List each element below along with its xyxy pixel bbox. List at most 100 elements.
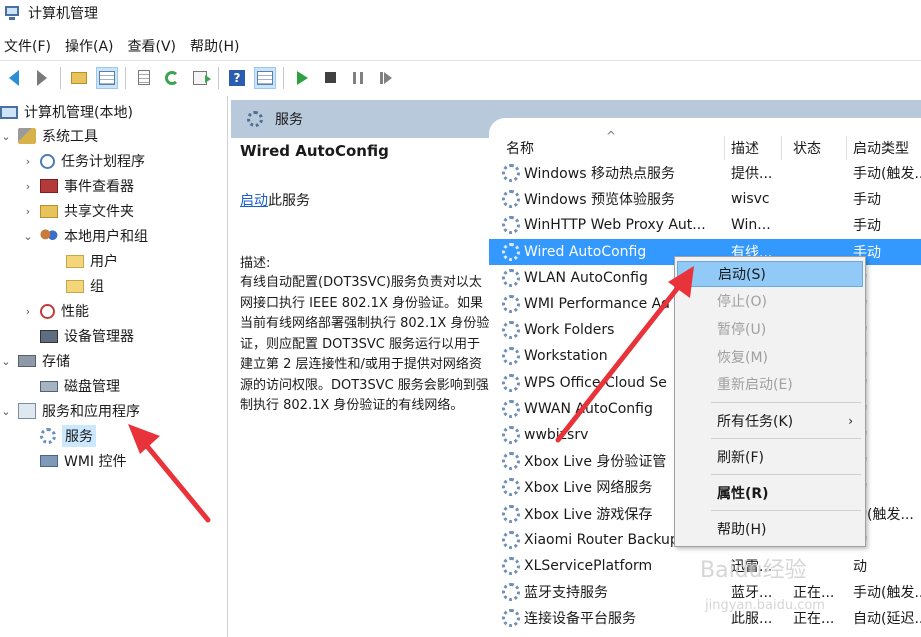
export-list-button[interactable] <box>189 67 211 89</box>
services-gear-icon <box>40 428 56 444</box>
service-startup: 动 <box>853 559 867 575</box>
tree-performance[interactable]: › 性能 <box>22 300 89 322</box>
service-row[interactable]: Windows 预览体验服务 wisvc 手动 <box>489 186 921 212</box>
chevron-down-icon[interactable]: ⌄ <box>0 130 12 143</box>
menu-help[interactable]: 帮助(H) <box>186 36 249 56</box>
service-gear-icon <box>502 164 520 182</box>
properties-toolbar-button[interactable] <box>133 67 155 89</box>
column-description[interactable]: 描述 <box>731 136 759 160</box>
service-gear-icon <box>502 478 520 497</box>
show-action-pane-button[interactable] <box>254 66 276 89</box>
column-divider[interactable] <box>846 136 847 160</box>
tree-device-manager[interactable]: 设备管理器 <box>40 325 134 347</box>
description-label: 描述: <box>240 256 271 271</box>
service-startup: 手动(触发... <box>853 585 921 602</box>
service-gear-icon <box>502 347 520 366</box>
column-divider[interactable] <box>724 136 725 160</box>
menu-pause[interactable]: 暂停(U) <box>677 316 863 342</box>
tree-local-users[interactable]: ⌄ 本地用户和组 <box>22 225 148 247</box>
service-detail-panel: Wired AutoConfig 启动此服务 描述: 有线自动配置(DOT3SV… <box>231 138 489 637</box>
column-name[interactable]: 名称 <box>506 136 534 160</box>
tree-root[interactable]: 计算机管理(本地) <box>0 101 133 123</box>
help-toolbar-button[interactable]: ? <box>226 67 248 89</box>
properties-icon <box>138 70 150 85</box>
service-name: WMI Performance Ad <box>524 296 670 312</box>
menu-resume[interactable]: 恢复(M) <box>677 344 863 370</box>
forward-button[interactable] <box>31 67 53 89</box>
chevron-down-icon[interactable]: ⌄ <box>22 230 34 243</box>
service-name: 蓝牙支持服务 <box>524 585 608 602</box>
service-name-cell: Windows 移动热点服务 <box>502 160 722 186</box>
refresh-toolbar-button[interactable] <box>161 67 183 89</box>
chevron-down-icon[interactable]: ⌄ <box>0 405 12 418</box>
users-icon <box>40 228 58 244</box>
chevron-down-icon[interactable]: ⌄ <box>0 355 12 368</box>
service-name: WPS Office Cloud Se <box>524 374 667 391</box>
tree-task-scheduler[interactable]: › 任务计划程序 <box>22 150 145 172</box>
service-gear-icon <box>502 530 520 549</box>
service-name: WWAN AutoConfig <box>524 400 653 417</box>
column-status[interactable]: 状态 <box>793 136 821 160</box>
chevron-right-icon[interactable]: › <box>22 180 34 193</box>
export-icon <box>193 70 211 85</box>
menu-separator <box>711 438 861 439</box>
menu-stop[interactable]: 停止(O) <box>677 288 863 314</box>
service-name: 连接设备平台服务 <box>524 611 636 628</box>
service-row[interactable]: WinHTTP Web Proxy Aut... Win... 手动 <box>489 212 921 238</box>
menu-all-tasks[interactable]: 所有任务(K) › <box>677 408 863 434</box>
menu-properties[interactable]: 属性(R) <box>677 480 863 506</box>
column-header-row: ^ 名称 描述 状态 启动类型 <box>489 129 921 160</box>
chevron-right-icon[interactable]: › <box>22 305 34 318</box>
up-folder-button[interactable] <box>68 67 90 89</box>
tree-system-tools[interactable]: ⌄ 系统工具 <box>0 125 98 147</box>
show-hide-tree-button[interactable] <box>96 66 118 89</box>
column-divider[interactable] <box>781 136 782 160</box>
column-startup-type[interactable]: 启动类型 <box>853 136 909 160</box>
service-gear-icon <box>502 190 520 209</box>
help-icon: ? <box>229 69 245 86</box>
tree-storage[interactable]: ⌄ 存储 <box>0 350 70 372</box>
tree-shared-folders[interactable]: › 共享文件夹 <box>22 200 134 222</box>
menu-restart[interactable]: 重新启动(E) <box>677 371 863 397</box>
chevron-right-icon[interactable]: › <box>22 205 34 218</box>
service-startup: 手动 <box>853 218 881 235</box>
back-button[interactable] <box>3 67 25 89</box>
stop-service-button[interactable] <box>319 67 341 89</box>
service-name: Windows 预览体验服务 <box>524 192 675 209</box>
chevron-right-icon[interactable]: › <box>22 155 34 168</box>
start-service-button[interactable] <box>291 67 313 89</box>
device-manager-icon <box>40 329 58 343</box>
service-name: Xbox Live 游戏保存 <box>524 506 653 523</box>
service-gear-icon <box>502 452 520 471</box>
menu-refresh[interactable]: 刷新(F) <box>677 444 863 470</box>
menu-start[interactable]: 启动(S) <box>677 261 863 287</box>
restart-service-button[interactable] <box>375 67 397 89</box>
menu-help-item[interactable]: 帮助(H) <box>677 516 863 542</box>
title-bar: 计算机管理 <box>0 0 921 26</box>
service-name-cell: 蓝牙支持服务 <box>502 579 722 605</box>
start-service-line: 启动此服务 <box>240 190 481 210</box>
menu-file[interactable]: 文件(F) <box>0 36 61 56</box>
action-pane-icon <box>257 70 273 85</box>
tree-groups[interactable]: 组 <box>66 275 104 297</box>
pause-service-button[interactable] <box>347 67 369 89</box>
service-gear-icon <box>502 399 520 418</box>
toolbar: ? <box>0 60 921 94</box>
start-service-link[interactable]: 启动 <box>240 193 268 209</box>
tree-event-viewer[interactable]: › 事件查看器 <box>22 175 134 197</box>
service-name: Xiaomi Router Backup <box>524 531 679 548</box>
tree-users[interactable]: 用户 <box>66 250 118 272</box>
tree-disk-management[interactable]: 磁盘管理 <box>40 375 120 397</box>
menu-action[interactable]: 操作(A) <box>61 36 124 56</box>
menu-all-tasks-label: 所有任务(K) <box>717 414 794 430</box>
console-tree: 计算机管理(本地) ⌄ 系统工具 › 任务计划程序 › 事件查看器 › 共享文件… <box>0 96 228 637</box>
service-name: Work Folders <box>524 322 615 339</box>
folder-icon <box>66 254 84 268</box>
tree-services-apps[interactable]: ⌄ 服务和应用程序 <box>0 400 140 422</box>
menu-view[interactable]: 查看(V) <box>124 36 187 56</box>
tree-services[interactable]: 服务 <box>40 425 96 447</box>
context-menu: 启动(S) 停止(O) 暂停(U) 恢复(M) 重新启动(E) 所有任务(K) … <box>674 256 866 547</box>
service-row[interactable]: Windows 移动热点服务 提供... 手动(触发... <box>489 160 921 186</box>
toolbar-separator <box>283 66 284 89</box>
tree-wmi[interactable]: WMI 控件 <box>40 450 127 472</box>
